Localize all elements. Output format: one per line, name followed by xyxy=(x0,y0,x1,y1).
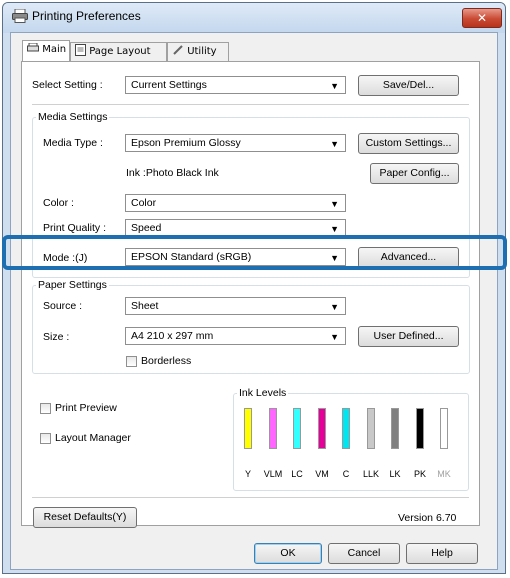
tab-main-label: Main xyxy=(42,44,67,55)
source-combo[interactable]: Sheet ▼ xyxy=(125,297,346,315)
size-value: A4 210 x 297 mm xyxy=(131,330,214,342)
ink-levels-group-label: Ink Levels xyxy=(237,387,289,399)
close-button[interactable]: ✕ xyxy=(462,8,502,28)
select-setting-combo[interactable]: Current Settings ▼ xyxy=(125,76,346,94)
layout-manager-label: Layout Manager xyxy=(55,432,131,444)
ink-label-llk: LLK xyxy=(362,469,379,479)
print-preview-label: Print Preview xyxy=(55,402,117,414)
ink-bar-vm xyxy=(318,408,326,449)
ink-label-pk: PK xyxy=(413,469,426,479)
ok-button[interactable]: OK xyxy=(254,543,322,564)
source-label: Source : xyxy=(43,300,83,312)
layout-manager-checkbox[interactable] xyxy=(40,433,51,444)
ink-bar-vlm xyxy=(269,408,277,449)
ink-bar-y xyxy=(244,408,252,449)
ink-label-vm: VM xyxy=(315,469,329,479)
ink-bar-lc xyxy=(293,408,301,449)
user-defined-button[interactable]: User Defined... xyxy=(358,326,459,347)
dropdown-arrow-icon: ▼ xyxy=(330,332,339,342)
highlight-frame xyxy=(2,235,507,270)
media-type-combo[interactable]: Epson Premium Glossy ▼ xyxy=(125,134,346,152)
media-type-label: Media Type : xyxy=(43,137,103,149)
print-quality-value: Speed xyxy=(131,222,162,234)
media-type-value: Epson Premium Glossy xyxy=(131,137,241,149)
dropdown-arrow-icon: ▼ xyxy=(330,81,339,91)
media-settings-group-label: Media Settings xyxy=(36,111,110,123)
size-label: Size : xyxy=(43,331,70,343)
tab-page-layout[interactable]: Page Layout xyxy=(70,42,167,62)
tab-main[interactable]: Main xyxy=(22,40,70,62)
save-del-button[interactable]: Save/Del... xyxy=(358,75,459,96)
size-combo[interactable]: A4 210 x 297 mm ▼ xyxy=(125,327,346,345)
divider xyxy=(32,104,469,105)
dropdown-arrow-icon: ▼ xyxy=(330,199,339,209)
window-title: Printing Preferences xyxy=(32,9,141,23)
page-layout-icon xyxy=(75,44,86,56)
color-combo[interactable]: Color ▼ xyxy=(125,194,346,212)
ink-label-lk: LK xyxy=(389,469,401,479)
dropdown-arrow-icon: ▼ xyxy=(330,139,339,149)
ink-info: Ink :Photo Black Ink xyxy=(126,167,219,179)
custom-settings-button[interactable]: Custom Settings... xyxy=(358,133,459,154)
ink-label-c: C xyxy=(342,469,350,479)
ink-bar-lk xyxy=(391,408,399,449)
ink-label-vlm: VLM xyxy=(263,469,283,479)
reset-defaults-button[interactable]: Reset Defaults(Y) xyxy=(33,507,137,528)
tab-utility-label: Utility xyxy=(187,46,217,57)
select-setting-label: Select Setting : xyxy=(32,79,103,91)
color-label: Color : xyxy=(43,197,74,209)
ink-bar-mk xyxy=(440,408,448,449)
version-text: Version 6.70 xyxy=(398,512,457,524)
borderless-checkbox[interactable] xyxy=(126,356,137,367)
ink-bar-pk xyxy=(416,408,424,449)
cancel-button[interactable]: Cancel xyxy=(328,543,400,564)
source-value: Sheet xyxy=(131,300,159,312)
print-preview-checkbox[interactable] xyxy=(40,403,51,414)
ink-label-y: Y xyxy=(244,469,251,479)
tab-utility[interactable]: Utility xyxy=(167,42,229,62)
help-button[interactable]: Help xyxy=(406,543,478,564)
printer-icon xyxy=(27,42,39,52)
ink-bar-llk xyxy=(367,408,375,449)
ink-label-lc: LC xyxy=(291,469,303,479)
printer-icon xyxy=(12,9,28,23)
paper-config-button[interactable]: Paper Config... xyxy=(370,163,459,184)
select-setting-value: Current Settings xyxy=(131,79,207,91)
tab-page-layout-label: Page Layout xyxy=(89,46,151,57)
wrench-icon xyxy=(173,45,183,55)
divider xyxy=(32,497,469,498)
print-quality-label: Print Quality : xyxy=(43,222,107,234)
paper-settings-group-label: Paper Settings xyxy=(36,279,109,291)
borderless-label: Borderless xyxy=(141,355,192,367)
dropdown-arrow-icon: ▼ xyxy=(330,302,339,312)
ink-bar-c xyxy=(342,408,350,449)
ink-label-mk: MK xyxy=(437,469,451,479)
color-value: Color xyxy=(131,197,157,209)
